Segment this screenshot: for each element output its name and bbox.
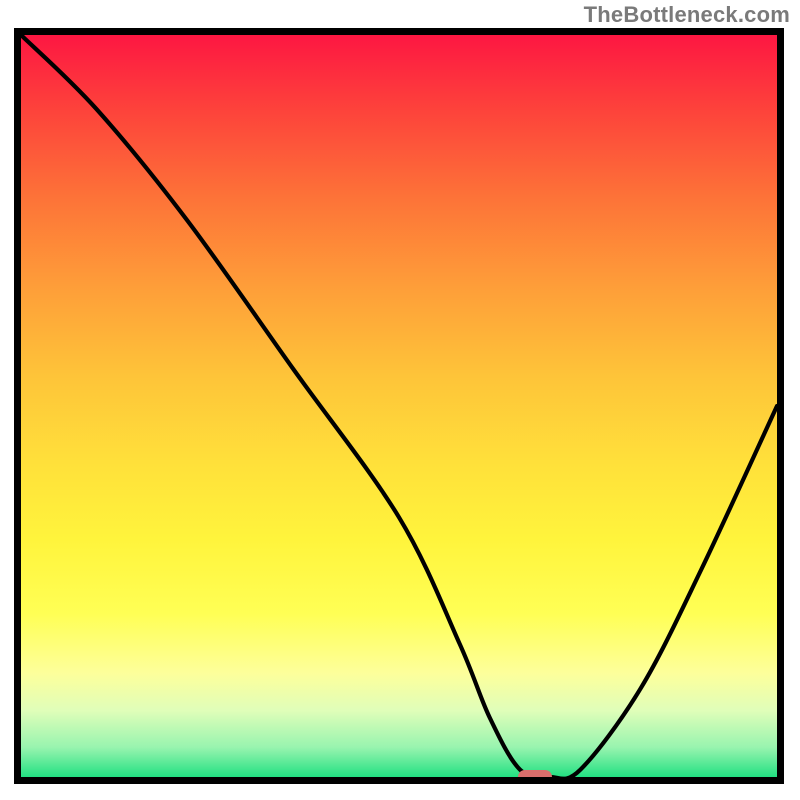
bottleneck-curve-svg bbox=[21, 35, 777, 777]
plot-area bbox=[14, 28, 784, 784]
watermark-text: TheBottleneck.com bbox=[584, 2, 790, 28]
bottleneck-curve-path bbox=[21, 35, 777, 777]
optimum-marker bbox=[518, 770, 552, 784]
